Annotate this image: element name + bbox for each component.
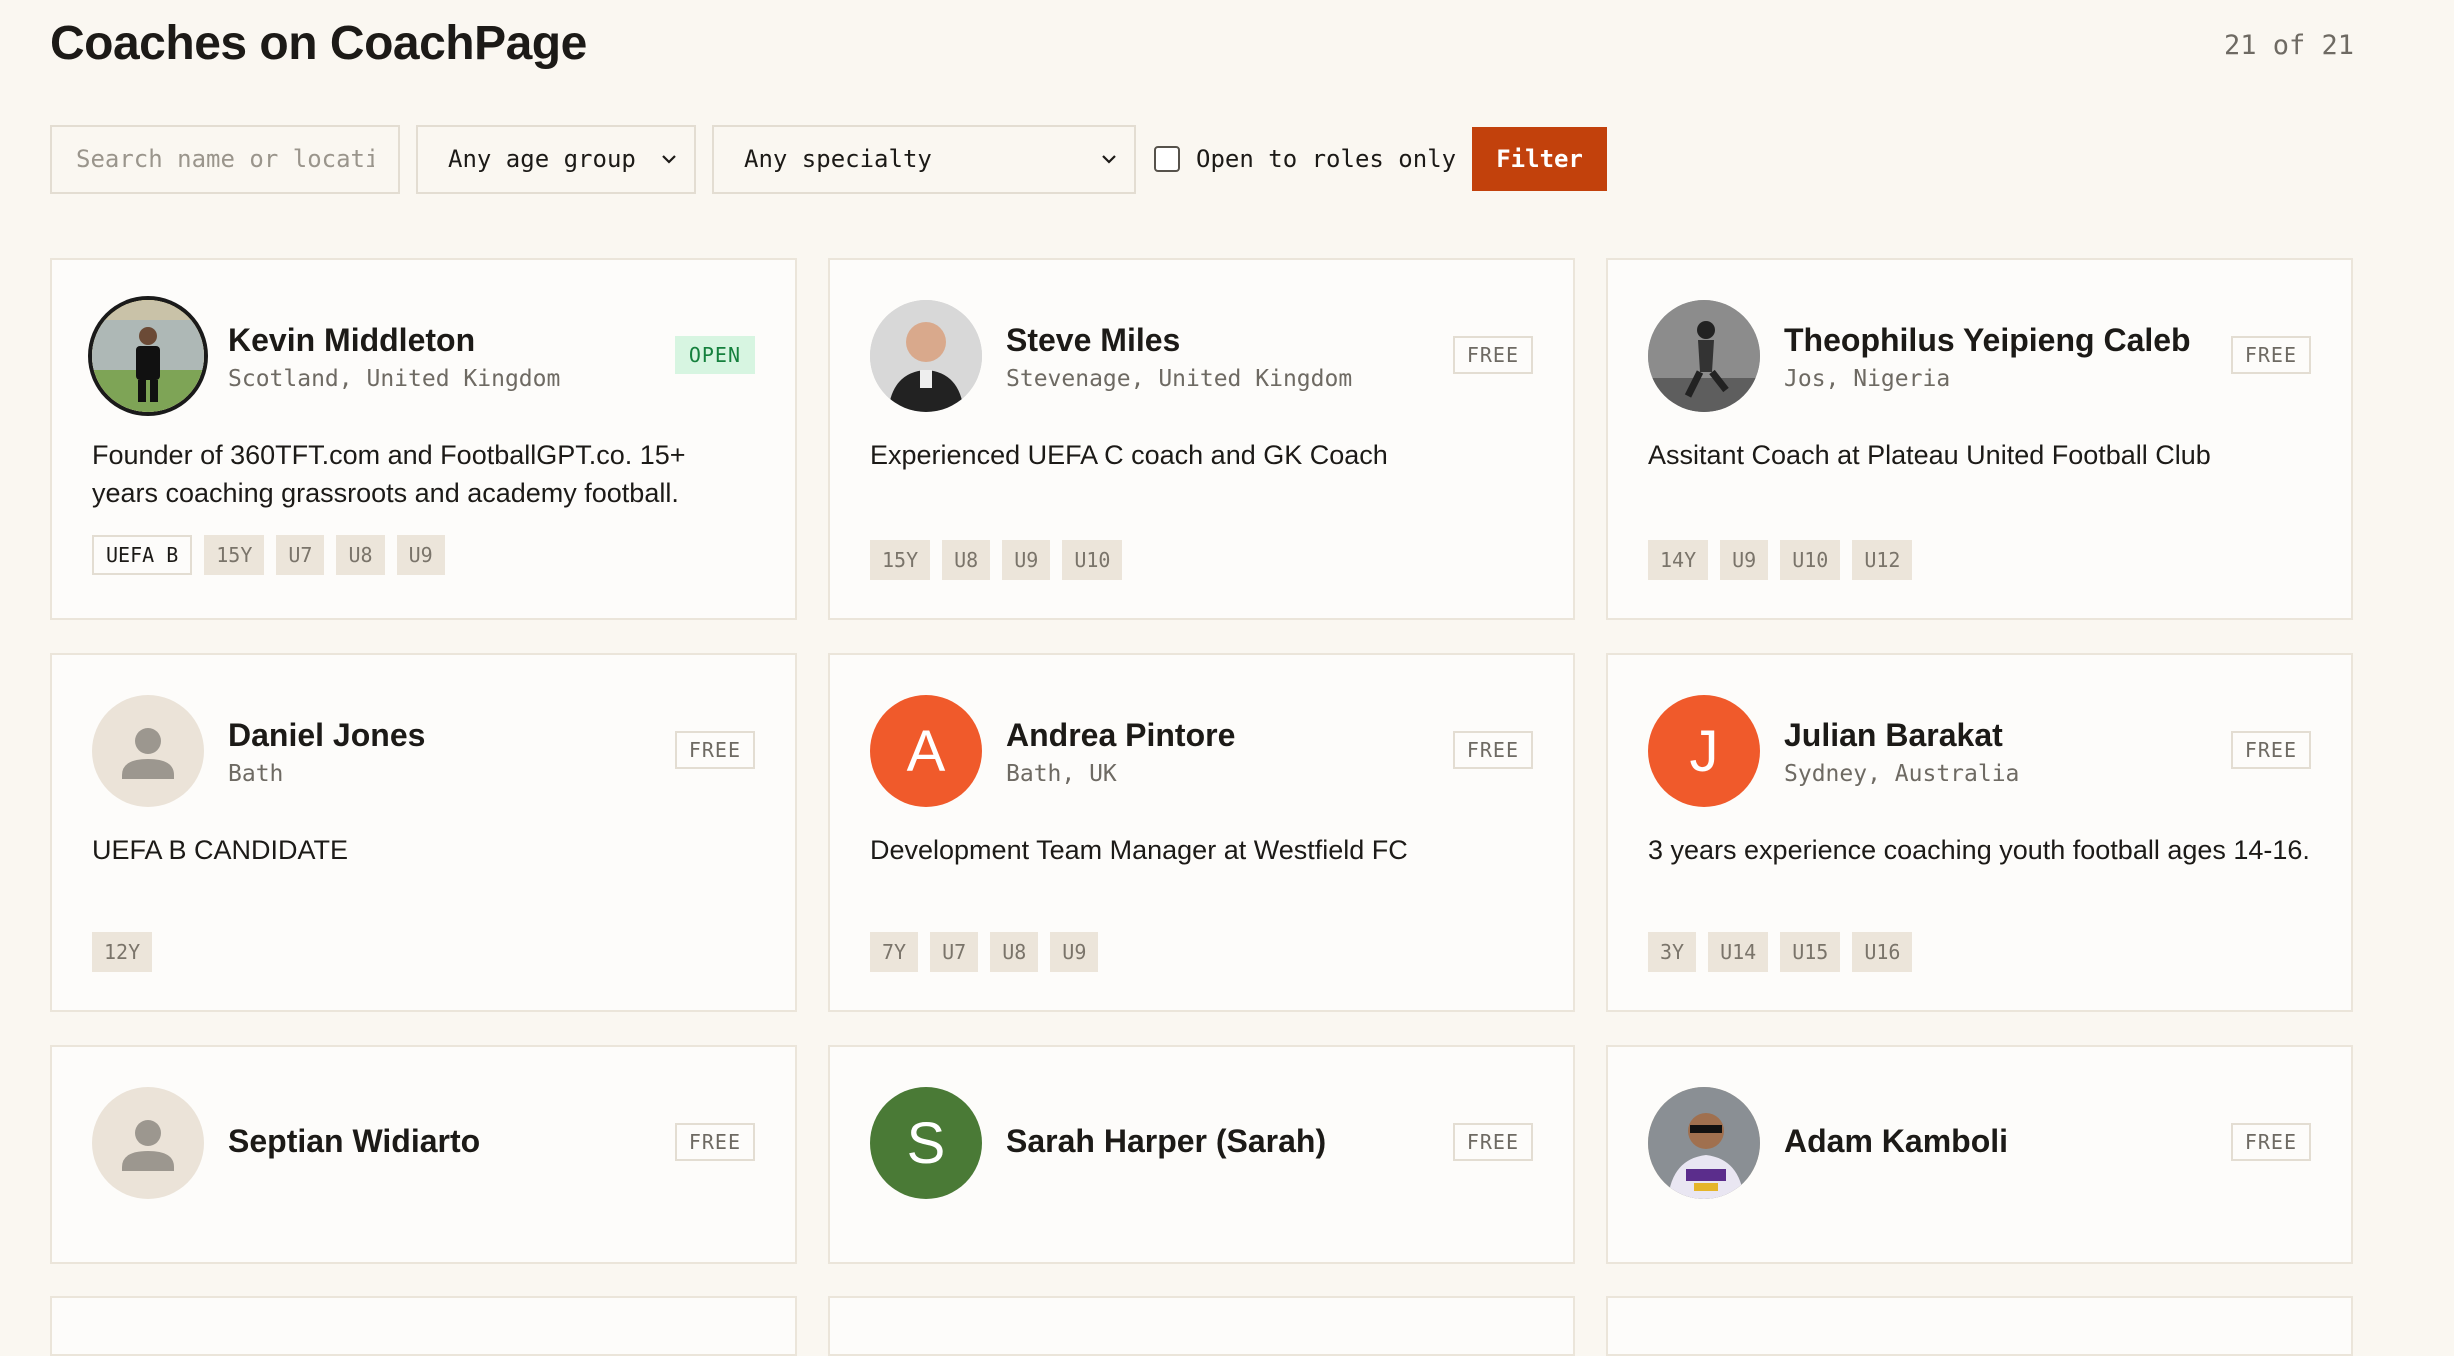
coach-name[interactable]: Theophilus Yeipieng Caleb: [1784, 322, 2191, 359]
filter-bar: Any age group Any specialty Open to role…: [50, 124, 1608, 194]
specialty-select[interactable]: Any specialty: [712, 124, 1136, 194]
coach-name[interactable]: Andrea Pintore: [1006, 717, 1235, 754]
tag: U16: [1852, 932, 1913, 972]
tag: U10: [1780, 540, 1841, 580]
tag: U7: [930, 932, 979, 972]
coach-location: Sydney, Australia: [1784, 761, 2020, 787]
tag: U15: [1780, 932, 1841, 972]
coach-card[interactable]: Theophilus Yeipieng Caleb Jos, Nigeria F…: [1606, 258, 2353, 620]
tag: U8: [942, 540, 991, 580]
coach-bio: Assitant Coach at Plateau United Footbal…: [1648, 440, 2211, 470]
tag: U7: [276, 535, 325, 575]
tag: U14: [1708, 932, 1769, 972]
tag: U9: [1720, 540, 1769, 580]
coach-card[interactable]: [828, 1296, 1575, 1356]
status-badge: FREE: [1452, 731, 1533, 769]
coach-name[interactable]: Septian Widiarto: [228, 1123, 480, 1160]
coach-tags: 15Y U8 U9 U10: [870, 540, 1123, 580]
coach-location: Scotland, United Kingdom: [228, 366, 561, 392]
results-count: 21 of 21: [2223, 30, 2354, 61]
coach-tags: UEFA B 15Y U7 U8 U9: [92, 535, 445, 575]
tag: U9: [1050, 932, 1099, 972]
person-placeholder-icon: [92, 695, 204, 807]
coach-avatar: S: [870, 1087, 982, 1199]
coach-card[interactable]: Kevin Middleton Scotland, United Kingdom…: [50, 258, 797, 620]
tag: U8: [990, 932, 1039, 972]
chevron-down-icon: [656, 146, 682, 172]
coach-tags: 12Y: [92, 932, 153, 972]
status-badge: FREE: [2230, 1123, 2311, 1161]
status-badge: FREE: [674, 1123, 755, 1161]
tag: 14Y: [1648, 540, 1709, 580]
coach-location: Jos, Nigeria: [1784, 366, 1951, 392]
search-input[interactable]: [50, 124, 400, 194]
tag: U9: [396, 535, 445, 575]
status-badge: FREE: [2230, 336, 2311, 374]
chevron-down-icon: [1096, 146, 1122, 172]
coach-tags: 14Y U9 U10 U12: [1648, 540, 1913, 580]
status-badge: OPEN: [674, 336, 755, 374]
age-group-value: Any age group: [448, 145, 636, 173]
status-badge: FREE: [2230, 731, 2311, 769]
coach-tags: 3Y U14 U15 U16: [1648, 932, 1913, 972]
coach-tags: 7Y U7 U8 U9: [870, 932, 1099, 972]
tag: 3Y: [1648, 932, 1697, 972]
tag: 12Y: [92, 932, 153, 972]
tag: U9: [1002, 540, 1051, 580]
coach-card[interactable]: Daniel Jones Bath FREE UEFA B CANDIDATE …: [50, 653, 797, 1012]
tag: U10: [1062, 540, 1123, 580]
status-badge: FREE: [1452, 336, 1533, 374]
coach-bio: Founder of 360TFT.com and FootballGPT.co…: [92, 440, 686, 508]
coach-avatar: J: [1648, 695, 1760, 807]
coach-name[interactable]: Adam Kamboli: [1784, 1123, 2008, 1160]
tag: U8: [336, 535, 385, 575]
coach-avatar: [870, 300, 982, 412]
coach-avatar: A: [870, 695, 982, 807]
coach-card[interactable]: [50, 1296, 797, 1356]
coach-card[interactable]: [1606, 1296, 2353, 1356]
coach-card[interactable]: Steve Miles Stevenage, United Kingdom FR…: [828, 258, 1575, 620]
coach-card[interactable]: J Julian Barakat Sydney, Australia FREE …: [1606, 653, 2353, 1012]
coach-bio: UEFA B CANDIDATE: [92, 835, 349, 865]
specialty-value: Any specialty: [744, 145, 932, 173]
tag: U12: [1852, 540, 1913, 580]
tag: 15Y: [870, 540, 931, 580]
coach-avatar: [1648, 1087, 1760, 1199]
coach-card[interactable]: S Sarah Harper (Sarah) FREE: [828, 1045, 1575, 1264]
coach-name[interactable]: Kevin Middleton: [228, 322, 475, 359]
coach-name[interactable]: Sarah Harper (Sarah): [1006, 1123, 1326, 1160]
coach-bio: 3 years experience coaching youth footba…: [1648, 835, 2310, 865]
coaches-page: Coaches on CoachPage 21 of 21 Any age gr…: [0, 0, 2454, 1356]
filter-button[interactable]: Filter: [1472, 127, 1608, 191]
tag: UEFA B: [92, 535, 193, 575]
coach-name[interactable]: Julian Barakat: [1784, 717, 2003, 754]
open-roles-checkbox[interactable]: [1154, 146, 1180, 172]
tag: 7Y: [870, 932, 919, 972]
age-group-select[interactable]: Any age group: [416, 124, 696, 194]
status-badge: FREE: [1452, 1123, 1533, 1161]
coach-location: Stevenage, United Kingdom: [1006, 366, 1353, 392]
coach-location: Bath, UK: [1006, 761, 1117, 787]
open-roles-toggle: Open to roles only: [1154, 145, 1456, 173]
coach-card[interactable]: Adam Kamboli FREE: [1606, 1045, 2353, 1264]
person-placeholder-icon: [92, 1087, 204, 1199]
coach-card[interactable]: Septian Widiarto FREE: [50, 1045, 797, 1264]
coach-name[interactable]: Daniel Jones: [228, 717, 425, 754]
page-title: Coaches on CoachPage: [50, 17, 587, 70]
coach-card[interactable]: A Andrea Pintore Bath, UK FREE Developme…: [828, 653, 1575, 1012]
coach-avatar: [1648, 300, 1760, 412]
coach-bio: Development Team Manager at Westfield FC: [870, 835, 1408, 865]
coach-bio: Experienced UEFA C coach and GK Coach: [870, 440, 1388, 470]
coach-name[interactable]: Steve Miles: [1006, 322, 1180, 359]
coach-avatar: [92, 300, 204, 412]
coach-location: Bath: [228, 761, 284, 787]
open-roles-label[interactable]: Open to roles only: [1196, 145, 1456, 173]
status-badge: FREE: [674, 731, 755, 769]
tag: 15Y: [204, 535, 265, 575]
